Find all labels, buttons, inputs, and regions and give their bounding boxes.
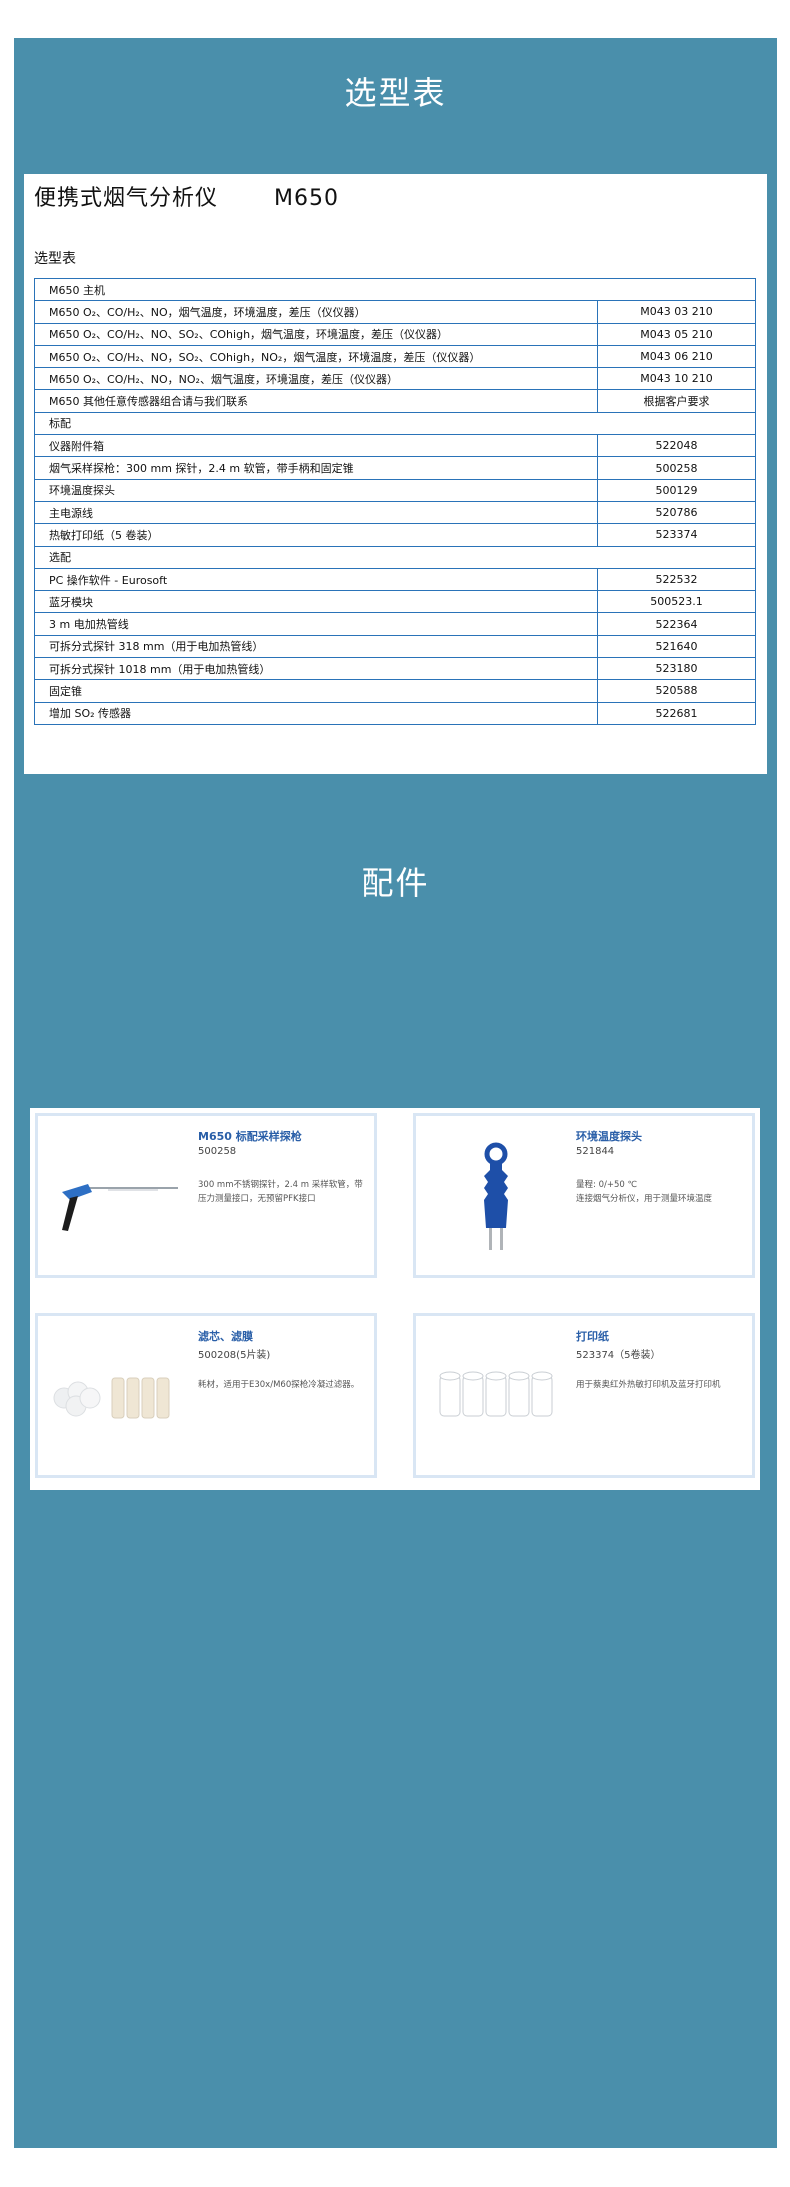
row-label: M650 O₂、CO/H₂、NO、SO₂、COhigh，烟气温度，环境温度，差压… <box>34 322 598 346</box>
accessory-desc: 量程: 0/+50 ℃ 连接烟气分析仪，用于测量环境温度 <box>576 1180 713 1204</box>
accessory-card[interactable]: 环境温度探头 521844 量程: 0/+50 ℃ 连接烟气分析仪，用于测量环境… <box>413 1113 755 1278</box>
table-row: M650 其他任意传感器组合请与我们联系 根据客户要求 <box>34 389 756 413</box>
table-row: 固定锥 520588 <box>34 679 756 703</box>
row-code: 根据客户要求 <box>597 389 756 413</box>
row-label: 主电源线 <box>34 500 598 525</box>
row-code: 522681 <box>597 701 756 725</box>
row-label: 仪器附件箱 <box>34 434 598 458</box>
table-row: 烟气采样探枪：300 mm 探针，2.4 m 软管，带手柄和固定锥 500258 <box>34 456 756 480</box>
table-row: 增加 SO₂ 传感器 522681 <box>34 701 756 725</box>
table-row: 3 m 电加热管线 522364 <box>34 612 756 636</box>
row-label: 选配 <box>34 545 756 569</box>
table-row: 环境温度探头 500129 <box>34 478 756 502</box>
row-code: M043 05 210 <box>597 322 756 346</box>
row-label: 可拆分式探针 1018 mm（用于电加热管线） <box>34 657 598 681</box>
accessory-desc: 耗材，适用于E30x/M60探枪冷凝过滤器。 <box>198 1380 360 1390</box>
table-row: M650 主机 <box>34 277 756 302</box>
section-title-selection: 选型表 <box>344 74 447 112</box>
row-label: M650 O₂、CO/H₂、NO，烟气温度，环境温度，差压（仪仪器） <box>34 300 598 324</box>
row-code: 523180 <box>597 657 756 681</box>
table-title: 选型表 <box>34 251 76 267</box>
table-row: 标配 <box>34 411 756 436</box>
table-row: 热敏打印纸（5 卷装） 523374 <box>34 523 756 547</box>
accessory-code: 500208(5片装) <box>198 1350 271 1361</box>
row-code: 520588 <box>597 679 756 703</box>
row-code: 522532 <box>597 567 756 592</box>
accessory-desc: 300 mm不锈钢探针，2.4 m 采样软管，带压力测量接口，无预留PFK接口 <box>198 1180 363 1204</box>
accessory-card[interactable]: 滤芯、滤膜 500208(5片装) 耗材，适用于E30x/M60探枪冷凝过滤器。 <box>35 1313 377 1478</box>
row-code: 522048 <box>597 434 756 458</box>
row-code: M043 10 210 <box>597 367 756 391</box>
table-row: 主电源线 520786 <box>34 500 756 525</box>
row-label: M650 O₂、CO/H₂、NO，NO₂、烟气温度，环境温度，差压（仪仪器） <box>34 367 598 391</box>
row-label: 固定锥 <box>34 679 598 703</box>
accessory-name: 滤芯、滤膜 <box>198 1330 253 1343</box>
row-code: 500523.1 <box>597 590 756 614</box>
accessories-grid: M650 标配采样探枪 500258 300 mm不锈钢探针，2.4 m 采样软… <box>30 1108 760 1490</box>
row-code: 520786 <box>597 500 756 525</box>
main-panel: 选型表 便携式烟气分析仪 M650 选型表 M650 主机 M650 O₂、CO/… <box>14 38 777 2148</box>
row-label: 热敏打印纸（5 卷装） <box>34 523 598 547</box>
row-code: M043 06 210 <box>597 344 756 369</box>
paper-roll-icon <box>439 1371 553 1417</box>
row-label: 标配 <box>34 411 756 436</box>
row-label: 蓝牙模块 <box>34 590 598 614</box>
accessory-card[interactable]: 打印纸 523374（5卷装） 用于蔡奥红外热敏打印机及蓝牙打印机 <box>413 1313 755 1478</box>
probe-gun-icon <box>62 1184 178 1231</box>
table-row: PC 操作软件 - Eurosoft 522532 <box>34 567 756 592</box>
table-row: M650 O₂、CO/H₂、NO，烟气温度，环境温度，差压（仪仪器） M043 0… <box>34 300 756 324</box>
row-label: 可拆分式探针 318 mm（用于电加热管线） <box>34 634 598 659</box>
filter-icon <box>53 1377 170 1419</box>
row-label: PC 操作软件 - Eurosoft <box>34 567 598 592</box>
table-row: 选配 <box>34 545 756 569</box>
table-row: M650 O₂、CO/H₂、NO，SO₂、COhigh，NO₂，烟气温度，环境温… <box>34 344 756 369</box>
row-label: 环境温度探头 <box>34 478 598 502</box>
accessory-name: 环境温度探头 <box>576 1130 642 1143</box>
row-code: M043 03 210 <box>597 300 756 324</box>
row-code: 523374 <box>597 523 756 547</box>
row-label: M650 主机 <box>34 277 756 302</box>
accessory-code: 500258 <box>198 1146 237 1157</box>
table-row: 蓝牙模块 500523.1 <box>34 590 756 614</box>
accessory-card[interactable]: M650 标配采样探枪 500258 300 mm不锈钢探针，2.4 m 采样软… <box>35 1113 377 1278</box>
accessory-desc: 用于蔡奥红外热敏打印机及蓝牙打印机 <box>576 1380 721 1390</box>
table-row: 可拆分式探针 318 mm（用于电加热管线） 521640 <box>34 634 756 659</box>
row-label: 增加 SO₂ 传感器 <box>34 701 598 725</box>
row-code: 500129 <box>597 478 756 502</box>
accessory-code: 521844 <box>576 1146 615 1157</box>
row-label: 3 m 电加热管线 <box>34 612 598 636</box>
row-label: 烟气采样探枪：300 mm 探针，2.4 m 软管，带手柄和固定锥 <box>34 456 598 480</box>
section-title-accessories: 配件 <box>361 864 430 902</box>
temperature-probe-icon <box>484 1142 508 1250</box>
accessory-name: M650 标配采样探枪 <box>198 1130 302 1143</box>
selection-card: 便携式烟气分析仪 M650 选型表 M650 主机 M650 O₂、CO/H₂、N… <box>24 174 767 774</box>
row-label: M650 其他任意传感器组合请与我们联系 <box>34 389 598 413</box>
selection-table: M650 主机 M650 O₂、CO/H₂、NO，烟气温度，环境温度，差压（仪仪器… <box>34 277 756 725</box>
table-row: 仪器附件箱 522048 <box>34 434 756 458</box>
table-row: M650 O₂、CO/H₂、NO、SO₂、COhigh，烟气温度，环境温度，差压… <box>34 322 756 346</box>
accessory-name: 打印纸 <box>576 1330 609 1343</box>
row-code: 522364 <box>597 612 756 636</box>
row-code: 500258 <box>597 456 756 480</box>
row-label: M650 O₂、CO/H₂、NO，SO₂、COhigh，NO₂，烟气温度，环境温… <box>34 344 598 369</box>
table-row: M650 O₂、CO/H₂、NO，NO₂、烟气温度，环境温度，差压（仪仪器） M0… <box>34 367 756 391</box>
product-title: 便携式烟气分析仪 M650 <box>34 186 339 211</box>
accessory-code: 523374（5卷装） <box>576 1350 661 1361</box>
table-row: 可拆分式探针 1018 mm（用于电加热管线） 523180 <box>34 657 756 681</box>
row-code: 521640 <box>597 634 756 659</box>
